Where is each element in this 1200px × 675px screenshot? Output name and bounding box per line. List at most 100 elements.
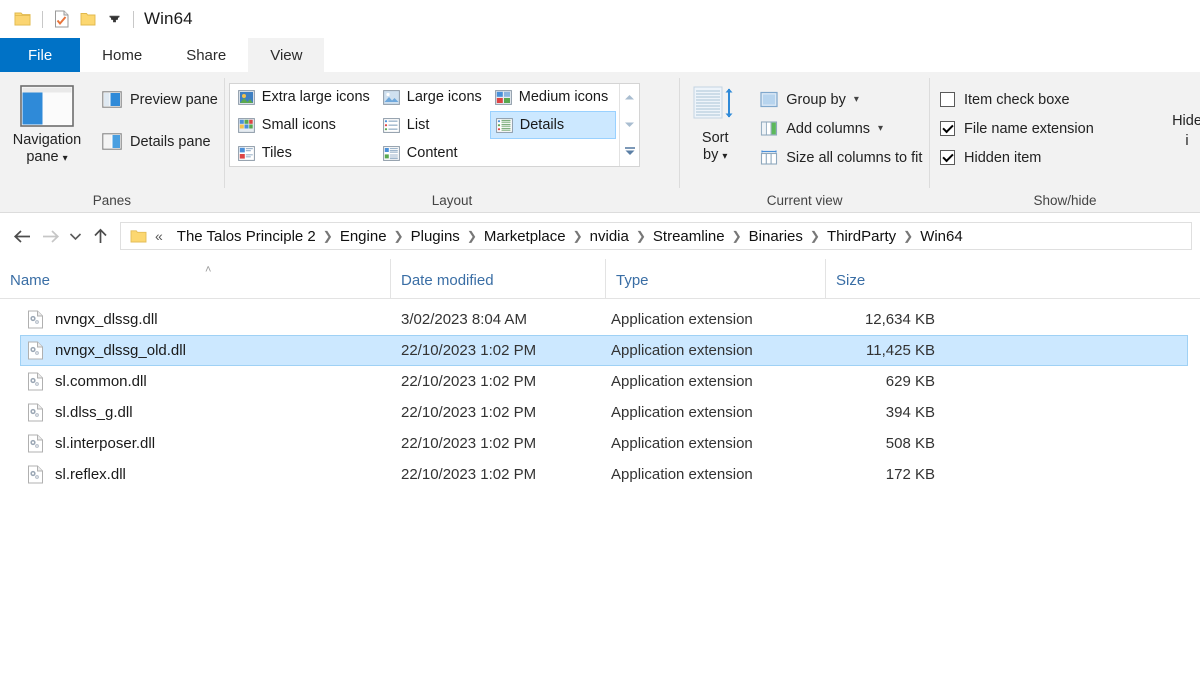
tiles-icon xyxy=(237,145,255,161)
table-row[interactable]: nvngx_dlssg_old.dll 22/10/2023 1:02 PM A… xyxy=(20,335,1188,366)
hide-selected-label-line1: Hide xyxy=(1172,113,1200,129)
file-date: 3/02/2023 8:04 AM xyxy=(401,311,527,328)
layout-details[interactable]: Details xyxy=(489,111,617,139)
gallery-scroll-down-button[interactable] xyxy=(620,112,640,138)
file-date: 22/10/2023 1:02 PM xyxy=(401,404,537,421)
breadcrumb-item-4[interactable]: nvidia xyxy=(585,226,634,247)
breadcrumb-chevron-icon[interactable]: ❯ xyxy=(901,229,915,243)
column-header-type[interactable]: Type xyxy=(605,259,825,298)
layout-content[interactable]: Content xyxy=(378,139,490,167)
list-icon xyxy=(382,117,400,133)
breadcrumb-chevron-icon[interactable]: ❯ xyxy=(634,229,648,243)
table-row[interactable]: sl.interposer.dll 22/10/2023 1:02 PM App… xyxy=(20,428,1188,459)
details-pane-icon xyxy=(102,133,122,150)
properties-icon[interactable] xyxy=(49,6,75,32)
add-columns-button[interactable]: Add columns ▾ xyxy=(754,114,928,143)
back-button[interactable] xyxy=(8,221,36,251)
gallery-more-button[interactable] xyxy=(620,139,640,165)
forward-button xyxy=(36,221,64,251)
details-pane-button[interactable]: Details pane xyxy=(96,127,224,156)
customize-chevron-icon[interactable] xyxy=(101,6,127,32)
file-name-cell: sl.dlss_g.dll xyxy=(21,403,401,422)
layout-extra-large-icons[interactable]: Extra large icons xyxy=(233,83,378,111)
ribbon: Navigation pane ▾ Preview pane Details p… xyxy=(0,72,1200,213)
large-icons-icon xyxy=(382,89,400,105)
new-folder-icon[interactable] xyxy=(75,6,101,32)
breadcrumb[interactable]: « The Talos Principle 2 ❯ Engine ❯ Plugi… xyxy=(120,222,1192,250)
show-hide-group-label: Show/hide xyxy=(1033,192,1097,208)
breadcrumb-chevron-icon[interactable]: ❯ xyxy=(321,229,335,243)
ribbon-tabs: File Home Share View xyxy=(0,38,1200,72)
ribbon-group-panes: Navigation pane ▾ Preview pane Details p… xyxy=(0,72,224,212)
ribbon-group-current-view: Sort by ▾ Group by ▾ Add columns ▾ Size … xyxy=(680,72,929,212)
content-icon xyxy=(383,146,400,161)
window-title: Win64 xyxy=(144,9,193,28)
file-type: Application extension xyxy=(611,342,753,359)
breadcrumb-overflow[interactable]: « xyxy=(149,228,172,244)
layout-large-icons[interactable]: Large icons xyxy=(378,83,490,111)
navigation-pane-button[interactable]: Navigation pane ▾ xyxy=(0,83,94,165)
file-date: 22/10/2023 1:02 PM xyxy=(401,466,537,483)
layout-item-label: Content xyxy=(406,145,458,161)
breadcrumb-chevron-icon[interactable]: ❯ xyxy=(571,229,585,243)
tab-file[interactable]: File xyxy=(0,38,81,72)
hide-selected-items-button[interactable]: Hide i xyxy=(1156,112,1200,151)
layout-item-label: Small icons xyxy=(261,117,336,133)
recent-locations-button[interactable] xyxy=(64,221,86,251)
file-name-cell: sl.interposer.dll xyxy=(21,434,401,453)
breadcrumb-chevron-icon[interactable]: ❯ xyxy=(730,229,744,243)
breadcrumb-item-0[interactable]: The Talos Principle 2 xyxy=(172,226,321,247)
breadcrumb-folder-icon xyxy=(127,229,149,244)
hidden-items-label: Hidden item xyxy=(964,149,1042,166)
breadcrumb-item-8[interactable]: Win64 xyxy=(915,226,968,247)
tab-home[interactable]: Home xyxy=(80,38,165,72)
layout-gallery-scroll xyxy=(619,84,640,166)
breadcrumb-item-3[interactable]: Marketplace xyxy=(479,226,571,247)
breadcrumb-item-6[interactable]: Binaries xyxy=(744,226,808,247)
tab-share[interactable]: Share xyxy=(164,38,249,72)
item-check-boxes-checkbox[interactable]: Item check boxe xyxy=(940,85,1094,114)
chevron-down-icon: ▾ xyxy=(722,150,728,162)
breadcrumb-chevron-icon[interactable]: ❯ xyxy=(808,229,822,243)
sort-by-button[interactable]: Sort by ▾ xyxy=(680,83,750,163)
layout-tiles[interactable]: Tiles xyxy=(233,139,378,167)
size-all-columns-button[interactable]: Size all columns to fit xyxy=(754,143,928,172)
breadcrumb-chevron-icon[interactable]: ❯ xyxy=(392,229,406,243)
dll-file-icon xyxy=(27,465,44,484)
hidden-items-checkbox[interactable]: Hidden item xyxy=(940,143,1094,172)
breadcrumb-item-2[interactable]: Plugins xyxy=(406,226,465,247)
column-header-date-modified[interactable]: Date modified xyxy=(390,259,605,298)
breadcrumb-item-7[interactable]: ThirdParty xyxy=(822,226,901,247)
preview-pane-button[interactable]: Preview pane xyxy=(96,85,224,114)
breadcrumb-item-1[interactable]: Engine xyxy=(335,226,392,247)
table-row[interactable]: sl.common.dll 22/10/2023 1:02 PM Applica… xyxy=(20,366,1188,397)
tab-view[interactable]: View xyxy=(248,38,325,72)
table-row[interactable]: nvngx_dlssg.dll 3/02/2023 8:04 AM Applic… xyxy=(20,304,1188,335)
layout-small-icons[interactable]: Small icons xyxy=(233,111,378,139)
up-button[interactable] xyxy=(86,221,114,251)
breadcrumb-item-5[interactable]: Streamline xyxy=(648,226,730,247)
extra-large-icons-icon xyxy=(237,89,255,105)
layout-list[interactable]: List xyxy=(378,111,490,139)
layout-medium-icons[interactable]: Medium icons xyxy=(490,83,616,111)
medium-icons-icon xyxy=(494,89,512,105)
file-name: sl.reflex.dll xyxy=(55,466,126,483)
table-row[interactable]: sl.dlss_g.dll 22/10/2023 1:02 PM Applica… xyxy=(20,397,1188,428)
table-row[interactable]: sl.reflex.dll 22/10/2023 1:02 PM Applica… xyxy=(20,459,1188,490)
column-header-date-label: Date modified xyxy=(401,272,494,289)
details-pane-label: Details pane xyxy=(130,133,211,150)
column-header-name[interactable]: Name ˄ xyxy=(0,259,390,298)
file-name-extensions-label: File name extension xyxy=(964,120,1094,137)
file-size: 11,425 KB xyxy=(866,342,935,359)
group-by-button[interactable]: Group by ▾ xyxy=(754,85,928,114)
small-icons-icon xyxy=(237,117,255,133)
file-list: nvngx_dlssg.dll 3/02/2023 8:04 AM Applic… xyxy=(0,299,1200,490)
file-name-extensions-checkbox[interactable]: File name extension xyxy=(940,114,1094,143)
file-name-cell: nvngx_dlssg.dll xyxy=(21,310,401,329)
file-size: 508 KB xyxy=(885,435,935,452)
column-headers: Name ˄ Date modified Type Size xyxy=(0,259,1200,299)
gallery-scroll-up-button[interactable] xyxy=(620,85,640,111)
column-header-size[interactable]: Size xyxy=(825,259,945,298)
group-by-label: Group by xyxy=(786,91,846,108)
breadcrumb-chevron-icon[interactable]: ❯ xyxy=(465,229,479,243)
